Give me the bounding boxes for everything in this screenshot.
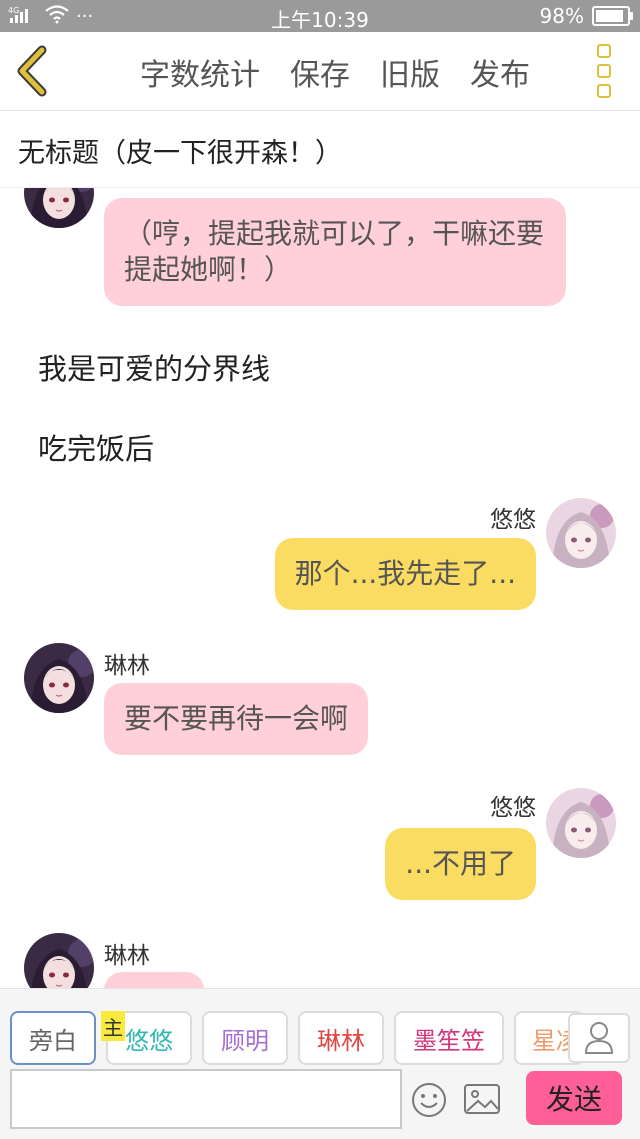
story-title[interactable]: 无标题（皮一下很开森！） [18,131,342,170]
more-menu-icon[interactable] [590,44,618,98]
word-count-button[interactable]: 字数统计 [140,50,260,94]
character-chip-linlin[interactable]: 琳林 [298,1011,384,1065]
speaker-name: 悠悠 [490,507,536,533]
old-version-button[interactable]: 旧版 [380,50,440,94]
speaker-name: 琳林 [104,653,150,679]
chevron-left-icon [17,45,47,97]
image-icon[interactable] [462,1081,502,1117]
avatar-youyou[interactable] [546,788,616,858]
emoji-icon[interactable] [410,1081,448,1119]
avatar-youyou[interactable] [546,498,616,568]
avatar-lin[interactable] [24,188,94,228]
battery-percent: 98% [539,4,584,28]
nav-actions: 字数统计 保存 旧版 发布 [140,50,530,94]
person-icon [584,1022,614,1054]
status-bar: 4G ··· 上午10:39 98% [0,0,640,32]
message-input[interactable] [10,1069,402,1129]
message-bubble[interactable]: （哼，提起我就可以了，干嘛还要提起她啊！） [104,198,566,306]
speaker-name: 悠悠 [490,795,536,821]
character-chip-mosheng[interactable]: 墨笙笠 [394,1011,504,1065]
send-button[interactable]: 发送 [526,1071,622,1125]
top-nav: 字数统计 保存 旧版 发布 [0,32,640,111]
story-title-bar[interactable]: 无标题（皮一下很开森！） [0,111,640,188]
chat-area[interactable]: （哼，提起我就可以了，干嘛还要提起她啊！） 我是可爱的分界线 吃完饭后 悠悠 那… [0,188,640,988]
avatar-lin[interactable] [24,643,94,713]
avatar-lin[interactable] [24,933,94,988]
message-bubble[interactable] [104,972,204,988]
battery-icon [592,6,633,26]
narration-text[interactable]: 吃完饭后 [38,426,154,468]
add-character-button[interactable] [568,1013,630,1063]
main-character-badge: 主 [101,1011,125,1041]
bottom-panel: 旁白 悠悠 主 顾明 琳林 墨笙笠 星凌 发送 [0,988,640,1139]
message-bubble[interactable]: 那个...我先走了... [274,538,536,610]
message-bubble[interactable]: 要不要再待一会啊 [104,683,369,755]
message-bubble[interactable]: ...不用了 [385,828,536,900]
save-button[interactable]: 保存 [290,50,350,94]
narration-text[interactable]: 我是可爱的分界线 [38,346,270,388]
back-button[interactable] [10,44,60,98]
character-chip-guming[interactable]: 顾明 [202,1011,288,1065]
publish-button[interactable]: 发布 [470,50,530,94]
character-chip-narration[interactable]: 旁白 [10,1011,96,1065]
speaker-name: 琳林 [104,943,150,969]
